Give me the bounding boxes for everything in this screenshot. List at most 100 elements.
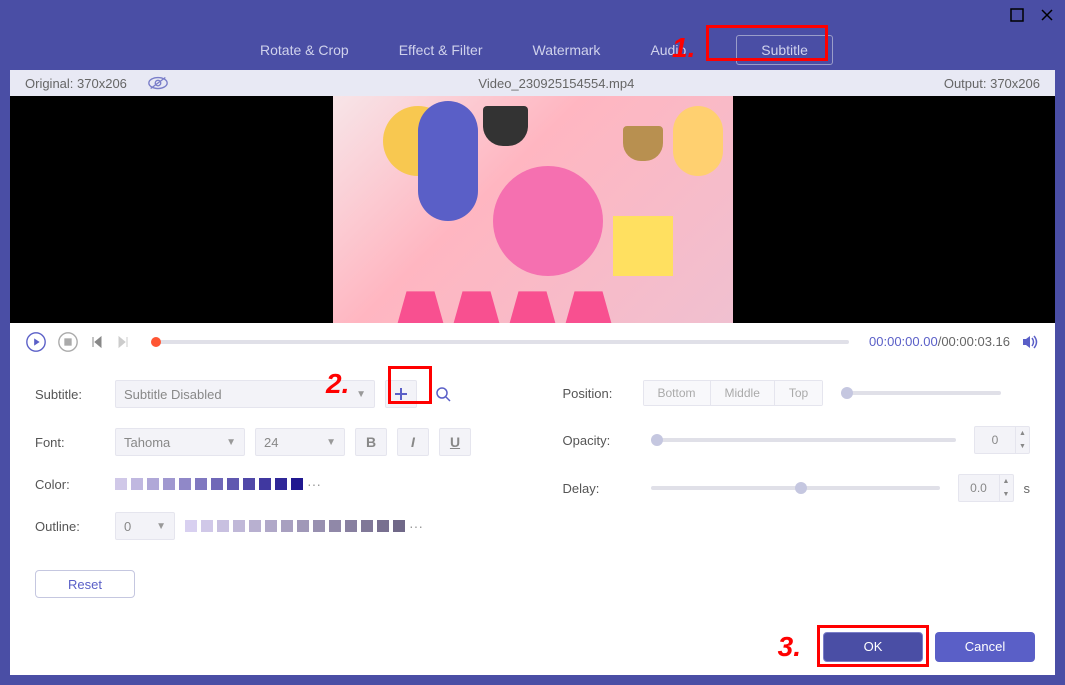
outline-swatch[interactable] [361, 520, 373, 532]
timeline-slider[interactable] [151, 340, 849, 344]
delay-label: Delay: [563, 481, 633, 496]
outline-size-value: 0 [124, 519, 131, 534]
outline-swatch[interactable] [345, 520, 357, 532]
preview-thumbnail [333, 96, 733, 322]
tabs-bar: Rotate & Crop Effect & Filter Watermark … [0, 30, 1065, 70]
italic-button[interactable]: I [397, 428, 429, 456]
more-colors-button[interactable]: ··· [307, 476, 321, 492]
delay-spinner[interactable]: 0.0 ▲ ▼ [958, 474, 1014, 502]
opacity-spinner[interactable]: 0 ▲ ▼ [974, 426, 1030, 454]
opacity-value: 0 [975, 433, 1015, 447]
font-size-select[interactable]: 24 ▼ [255, 428, 345, 456]
outline-swatch[interactable] [265, 520, 277, 532]
outline-swatch[interactable] [313, 520, 325, 532]
volume-icon[interactable] [1020, 332, 1040, 352]
font-name-value: Tahoma [124, 435, 170, 450]
prev-frame-button[interactable] [89, 331, 105, 353]
form-right-column: Position: Bottom Middle Top Opacity: [563, 380, 1031, 598]
app-window: Rotate & Crop Effect & Filter Watermark … [0, 0, 1065, 685]
next-frame-button[interactable] [115, 331, 131, 353]
color-swatch[interactable] [147, 478, 159, 490]
color-swatch[interactable] [115, 478, 127, 490]
delay-value: 0.0 [959, 481, 999, 495]
add-subtitle-button[interactable] [385, 380, 417, 408]
delay-up-button[interactable]: ▲ [999, 475, 1013, 488]
ok-button[interactable]: OK [823, 632, 923, 662]
outline-swatch[interactable] [329, 520, 341, 532]
timeline-playhead[interactable] [151, 337, 161, 347]
outline-swatch[interactable] [185, 520, 197, 532]
outline-swatch[interactable] [377, 520, 389, 532]
position-slider-thumb[interactable] [841, 387, 853, 399]
content-area: Original: 370x206 Video_230925154554.mp4… [10, 70, 1055, 675]
color-swatch[interactable] [275, 478, 287, 490]
subtitle-form: Subtitle: Subtitle Disabled ▼ Font: [10, 360, 1055, 618]
tab-subtitle[interactable]: Subtitle [736, 35, 833, 65]
eye-off-icon[interactable] [147, 75, 169, 91]
original-size-label: Original: 370x206 [25, 76, 127, 91]
opacity-slider-thumb[interactable] [651, 434, 663, 446]
tab-rotate-crop[interactable]: Rotate & Crop [260, 42, 349, 58]
search-icon [435, 386, 451, 402]
delay-slider-thumb[interactable] [795, 482, 807, 494]
chevron-down-icon: ▼ [356, 389, 366, 400]
color-swatch[interactable] [291, 478, 303, 490]
color-swatch[interactable] [179, 478, 191, 490]
chevron-down-icon: ▼ [226, 437, 236, 448]
tab-effect-filter[interactable]: Effect & Filter [399, 42, 483, 58]
outline-swatch[interactable] [217, 520, 229, 532]
play-button[interactable] [25, 331, 47, 353]
delay-unit: s [1024, 481, 1031, 496]
reset-button[interactable]: Reset [35, 570, 135, 598]
outline-swatch[interactable] [281, 520, 293, 532]
maximize-icon[interactable] [1009, 7, 1025, 23]
video-preview [10, 96, 1055, 322]
outline-size-select[interactable]: 0 ▼ [115, 512, 175, 540]
cancel-button[interactable]: Cancel [935, 632, 1035, 662]
font-label: Font: [35, 435, 105, 450]
delay-slider[interactable] [651, 486, 940, 490]
position-middle-button[interactable]: Middle [711, 381, 775, 405]
color-swatch[interactable] [195, 478, 207, 490]
more-outline-colors-button[interactable]: ··· [409, 518, 423, 534]
tab-watermark[interactable]: Watermark [533, 42, 601, 58]
position-bottom-button[interactable]: Bottom [644, 381, 711, 405]
bold-button[interactable]: B [355, 428, 387, 456]
color-swatch[interactable] [131, 478, 143, 490]
color-label: Color: [35, 477, 105, 492]
outline-swatch[interactable] [297, 520, 309, 532]
tab-audio[interactable]: Audio [650, 42, 686, 58]
opacity-slider[interactable] [651, 438, 957, 442]
outline-label: Outline: [35, 519, 105, 534]
chevron-down-icon: ▼ [156, 521, 166, 532]
position-group: Bottom Middle Top [643, 380, 824, 406]
output-size-label: Output: 370x206 [944, 76, 1040, 91]
close-icon[interactable] [1039, 7, 1055, 23]
subtitle-select[interactable]: Subtitle Disabled ▼ [115, 380, 375, 408]
position-slider[interactable] [841, 391, 1001, 395]
delay-down-button[interactable]: ▼ [999, 488, 1013, 501]
color-swatch[interactable] [243, 478, 255, 490]
outline-swatch[interactable] [201, 520, 213, 532]
color-swatch[interactable] [227, 478, 239, 490]
search-subtitle-button[interactable] [427, 380, 459, 408]
opacity-label: Opacity: [563, 433, 633, 448]
position-top-button[interactable]: Top [775, 381, 822, 405]
color-swatch[interactable] [211, 478, 223, 490]
opacity-up-button[interactable]: ▲ [1015, 427, 1029, 440]
filename-label: Video_230925154554.mp4 [478, 76, 634, 91]
color-swatch[interactable] [259, 478, 271, 490]
opacity-down-button[interactable]: ▼ [1015, 440, 1029, 453]
stop-button[interactable] [57, 331, 79, 353]
font-name-select[interactable]: Tahoma ▼ [115, 428, 245, 456]
underline-button[interactable]: U [439, 428, 471, 456]
color-swatch[interactable] [163, 478, 175, 490]
outline-swatch[interactable] [249, 520, 261, 532]
color-swatches: ··· [115, 476, 321, 492]
outline-swatch[interactable] [393, 520, 405, 532]
form-left-column: Subtitle: Subtitle Disabled ▼ Font: [35, 380, 503, 598]
chevron-down-icon: ▼ [326, 437, 336, 448]
outline-swatch[interactable] [233, 520, 245, 532]
dialog-footer: 3. OK Cancel [10, 618, 1055, 675]
font-size-value: 24 [264, 435, 278, 450]
